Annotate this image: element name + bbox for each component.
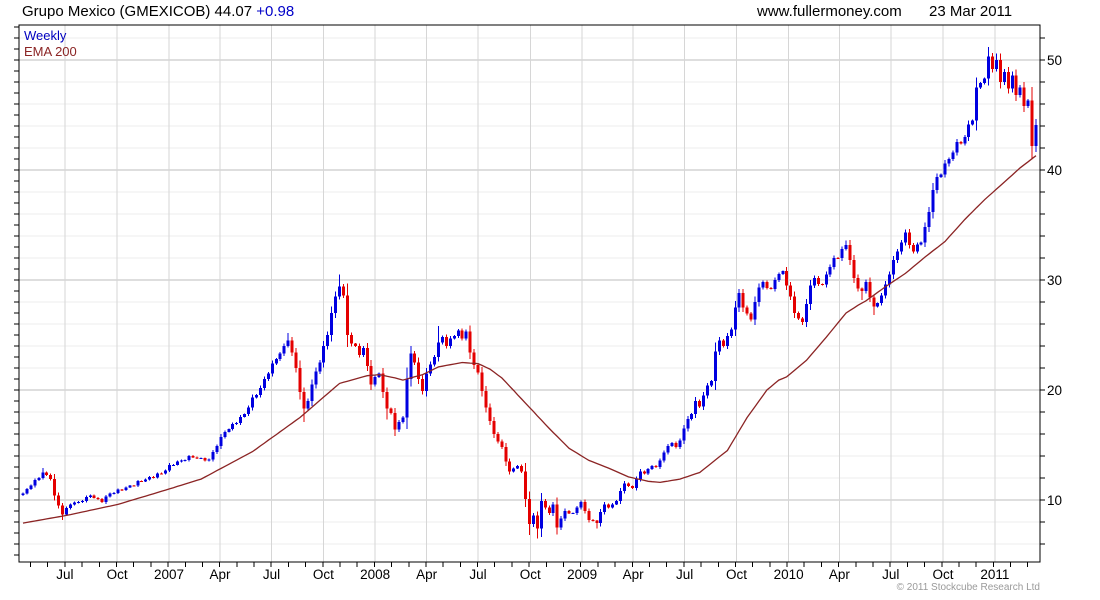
svg-text:20: 20 [1047, 383, 1062, 398]
svg-text:2008: 2008 [360, 567, 390, 582]
svg-text:30: 30 [1047, 273, 1062, 288]
svg-text:Apr: Apr [416, 567, 438, 582]
legend-ema-label: EMA 200 [24, 44, 77, 59]
svg-text:Jul: Jul [882, 567, 899, 582]
svg-text:Oct: Oct [933, 567, 954, 582]
svg-text:Apr: Apr [623, 567, 645, 582]
svg-text:Apr: Apr [210, 567, 232, 582]
svg-text:50: 50 [1047, 53, 1062, 68]
svg-text:Oct: Oct [520, 567, 541, 582]
svg-text:40: 40 [1047, 163, 1062, 178]
svg-text:2011: 2011 [980, 567, 1009, 582]
svg-text:2007: 2007 [154, 567, 184, 582]
svg-text:Jul: Jul [676, 567, 693, 582]
svg-text:Jul: Jul [56, 567, 73, 582]
svg-text:Oct: Oct [107, 567, 128, 582]
chart-window: Grupo Mexico (GMEXICOB) 44.07 +0.98 www.… [0, 0, 1100, 600]
svg-text:Jul: Jul [469, 567, 486, 582]
svg-text:2009: 2009 [567, 567, 597, 582]
price-chart: 10 20 30 40 50 Jul Oct 2007 Apr Jul Oct 2008 Apr Jul O… [14, 24, 1062, 582]
svg-text:10: 10 [1047, 493, 1062, 508]
svg-text:Oct: Oct [313, 567, 334, 582]
copyright-notice: © 2011 Stockcube Research Ltd [896, 582, 1040, 593]
svg-text:Apr: Apr [829, 567, 851, 582]
svg-text:Jul: Jul [263, 567, 280, 582]
svg-text:2010: 2010 [774, 567, 804, 582]
svg-text:Oct: Oct [726, 567, 747, 582]
legend-weekly-label: Weekly [24, 28, 67, 43]
